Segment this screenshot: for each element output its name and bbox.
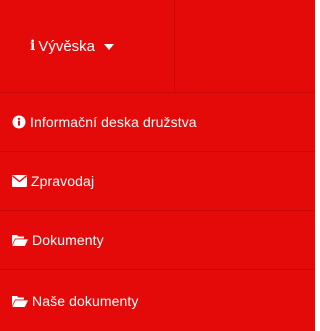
dropdown-item-label: Informační deska družstva xyxy=(30,114,197,130)
dropdown-item-informacni-deska[interactable]: Informační deska družstva xyxy=(0,93,315,152)
dropdown-item-label: Dokumenty xyxy=(32,232,104,248)
dropdown-item-nase-dokumenty[interactable]: Naše dokumenty xyxy=(0,270,315,331)
folder-open-icon xyxy=(12,295,28,307)
dropdown-item-zpravodaj[interactable]: Zpravodaj xyxy=(0,152,315,211)
envelope-icon xyxy=(12,175,27,187)
info-circle-icon xyxy=(12,115,26,129)
info-icon: i xyxy=(30,38,36,54)
navbar-filler xyxy=(175,0,315,92)
caret-down-icon xyxy=(104,44,115,50)
dropdown-menu: Informační deska družstva Zpravodaj Doku… xyxy=(0,92,315,331)
dropdown-item-label: Naše dokumenty xyxy=(32,293,139,309)
folder-open-icon xyxy=(12,234,28,246)
vyveska-menu-button[interactable]: i Vývěska xyxy=(0,0,175,92)
menu-button-label: Vývěska xyxy=(38,37,96,55)
dropdown-item-label: Zpravodaj xyxy=(31,173,95,189)
dropdown-item-dokumenty[interactable]: Dokumenty xyxy=(0,211,315,270)
